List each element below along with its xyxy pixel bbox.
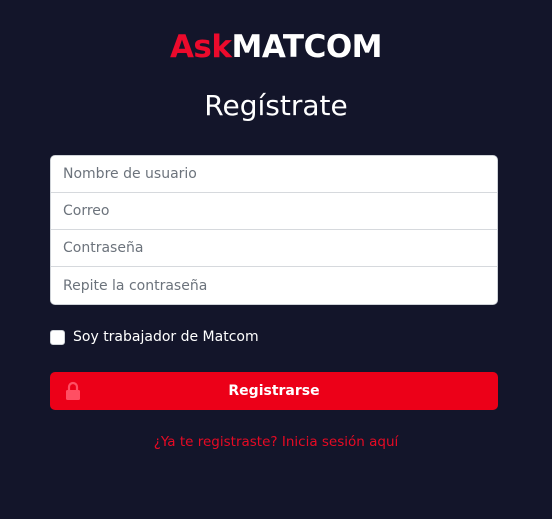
askmatcom-logo: AskMATCOM — [0, 30, 552, 64]
worker-checkbox-row[interactable]: Soy trabajador de Matcom — [50, 329, 259, 345]
logo-ask-text: Ask — [169, 29, 232, 65]
register-button-label: Registrarse — [228, 383, 320, 399]
register-form — [50, 155, 498, 305]
lock-icon — [66, 381, 80, 400]
logo-matcom-text: MATCOM — [231, 29, 383, 65]
password-input[interactable] — [51, 230, 497, 267]
page-title: Regístrate — [204, 89, 348, 122]
username-input[interactable] — [51, 156, 497, 193]
worker-checkbox-label[interactable]: Soy trabajador de Matcom — [73, 329, 259, 345]
register-page: AskMATCOM Regístrate Soy trabajador de M… — [0, 0, 552, 519]
register-button[interactable]: Registrarse — [50, 372, 498, 410]
worker-checkbox[interactable] — [50, 329, 65, 345]
login-link[interactable]: ¿Ya te registraste? Inicia sesión aquí — [0, 434, 552, 450]
email-input[interactable] — [51, 193, 497, 230]
repeat-password-input[interactable] — [51, 267, 497, 304]
